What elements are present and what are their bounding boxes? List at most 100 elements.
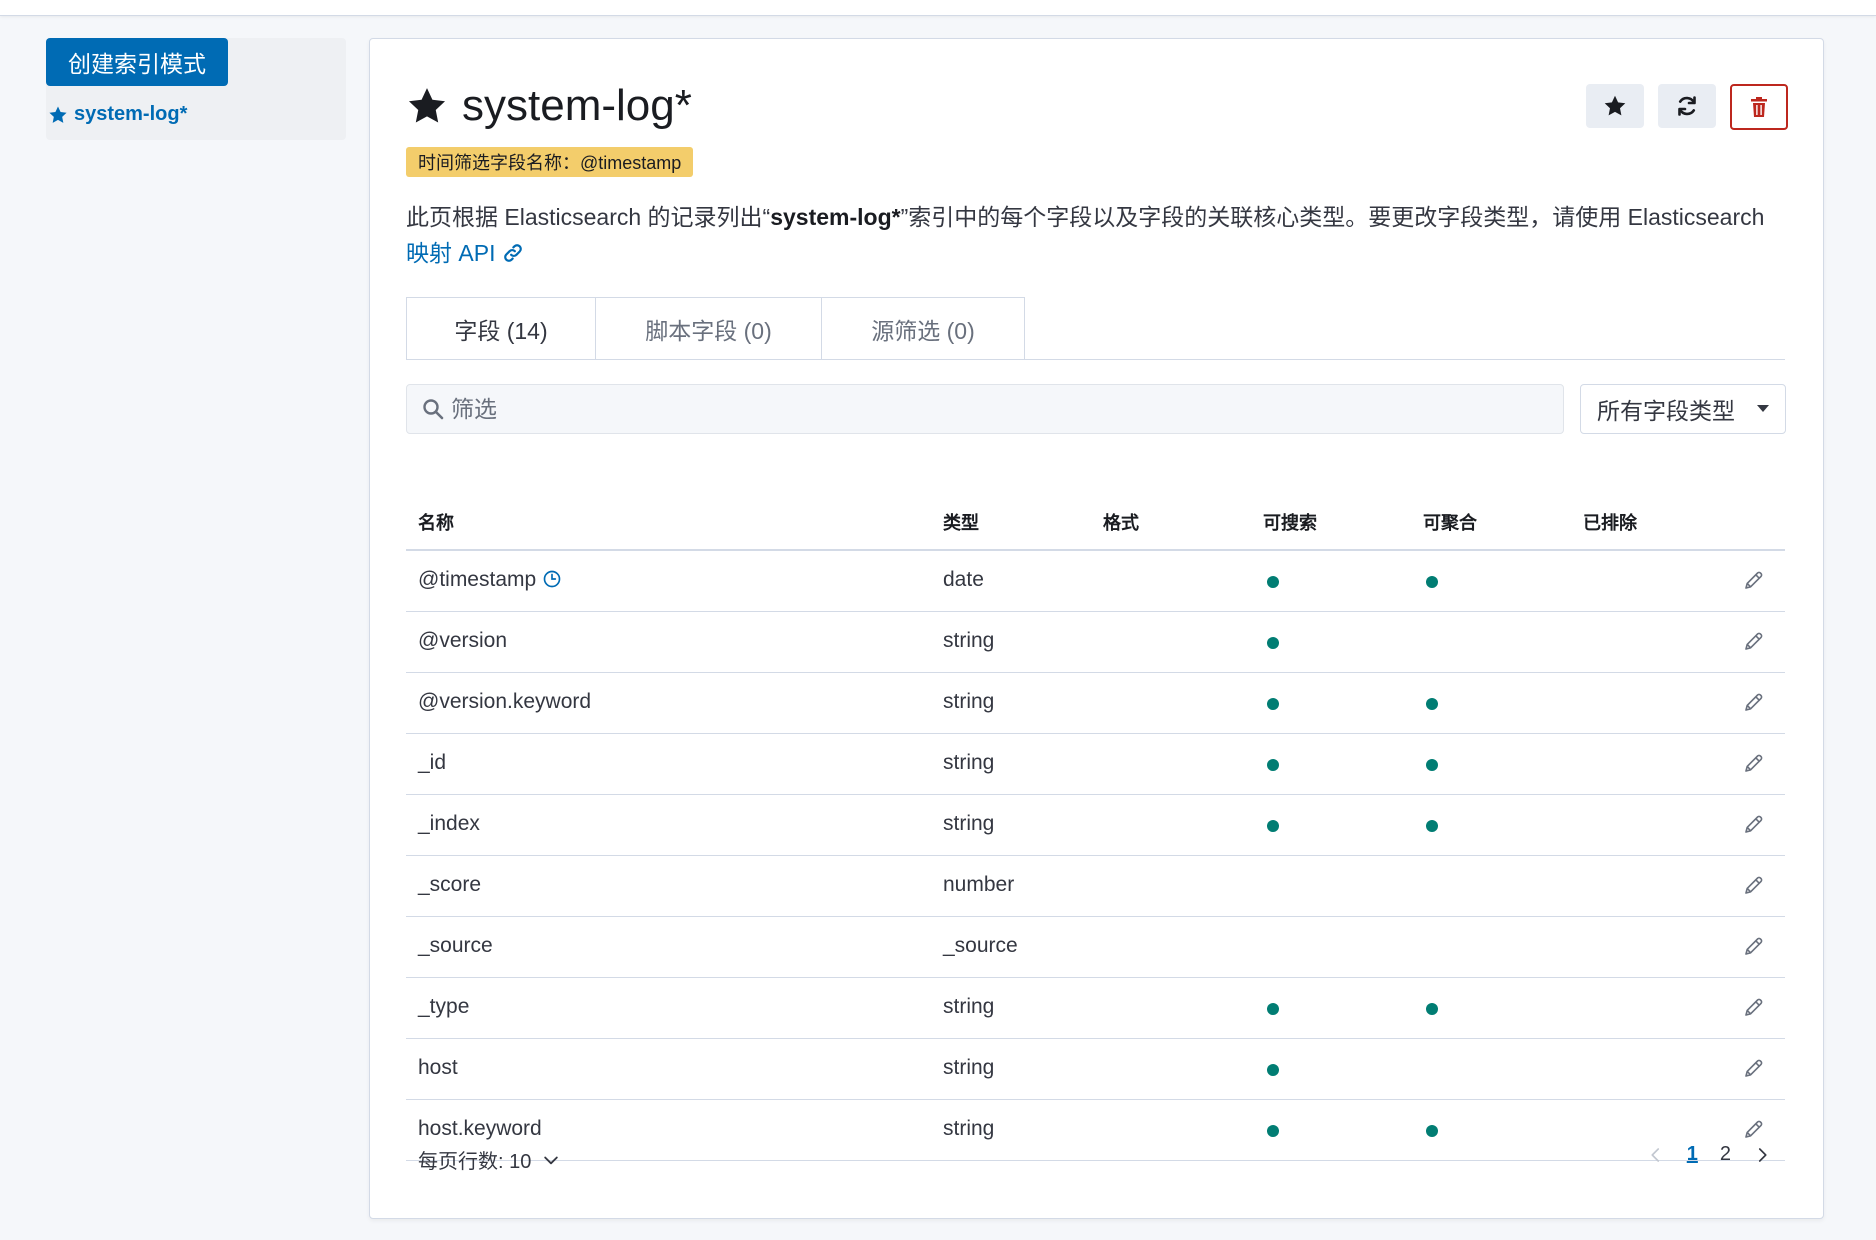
field-name: host xyxy=(418,1056,458,1080)
rows-per-page-button[interactable]: 每页行数: 10 xyxy=(418,1145,561,1174)
field-name-text: _id xyxy=(418,751,447,774)
searchable-dot-icon xyxy=(1267,759,1279,771)
caret-down-icon xyxy=(1757,405,1769,412)
pencil-icon[interactable] xyxy=(1742,1056,1766,1080)
tab-scripted-fields[interactable]: 脚本字段 (0) xyxy=(595,297,822,359)
aggregatable-dot-icon xyxy=(1426,698,1438,710)
create-index-pattern-button[interactable]: 创建索引模式 xyxy=(46,38,228,86)
pencil-icon[interactable] xyxy=(1742,629,1766,653)
page-title-text: system-log* xyxy=(462,81,692,130)
mapping-api-link-label: 映射 API xyxy=(406,240,496,266)
searchable-dot-icon xyxy=(1267,698,1279,710)
mapping-api-link[interactable]: 映射 API xyxy=(406,240,524,266)
set-default-button[interactable] xyxy=(1586,84,1644,128)
header-searchable[interactable]: 可搜索 xyxy=(1263,509,1317,535)
page-1-button[interactable]: 1 xyxy=(1687,1143,1698,1166)
field-type: string xyxy=(943,1117,995,1140)
page-title: system-log* xyxy=(406,81,692,131)
page-description: 此页根据 Elasticsearch 的记录列出“system-log*”索引中… xyxy=(406,199,1786,271)
field-name-text: _type xyxy=(418,995,470,1018)
pencil-icon[interactable] xyxy=(1742,995,1766,1019)
pencil-icon[interactable] xyxy=(1742,873,1766,897)
chevron-right-icon[interactable] xyxy=(1753,1146,1771,1164)
refresh-fields-button[interactable] xyxy=(1658,84,1716,128)
field-name: _type xyxy=(418,995,469,1019)
searchable-dot-icon xyxy=(1267,1003,1279,1015)
tab-source-filters[interactable]: 源筛选 (0) xyxy=(821,297,1025,359)
sidebar-item-label: system-log* xyxy=(74,103,188,125)
pagination: 1 2 xyxy=(1647,1143,1771,1166)
header-format[interactable]: 格式 xyxy=(1103,509,1139,535)
field-type: string xyxy=(943,995,995,1018)
pencil-icon[interactable] xyxy=(1742,934,1766,958)
table-row: _index string xyxy=(406,795,1785,856)
searchable-dot-icon xyxy=(1267,1064,1279,1076)
tab-fields[interactable]: 字段 (14) xyxy=(406,297,596,359)
sidebar-item-system-log[interactable]: system-log* xyxy=(48,103,187,126)
header-excluded[interactable]: 已排除 xyxy=(1583,509,1637,535)
pencil-icon[interactable] xyxy=(1742,812,1766,836)
aggregatable-dot-icon xyxy=(1426,820,1438,832)
sidebar: 创建索引模式 system-log* xyxy=(46,38,346,140)
field-name: _id xyxy=(418,751,446,775)
field-type: string xyxy=(943,690,995,713)
pencil-icon[interactable] xyxy=(1742,751,1766,775)
filter-input[interactable] xyxy=(449,394,1553,424)
clock-icon xyxy=(542,569,562,589)
link-icon xyxy=(504,244,522,262)
trash-icon xyxy=(1751,97,1767,117)
searchable-dot-icon xyxy=(1267,637,1279,649)
pencil-icon[interactable] xyxy=(1742,568,1766,592)
index-pattern-panel: system-log* 时间筛选字段名称：@timestamp 此页根据 Ela… xyxy=(369,38,1824,1219)
field-type-select-value: 所有字段类型 xyxy=(1597,398,1735,424)
header-aggregatable[interactable]: 可聚合 xyxy=(1423,509,1477,535)
filter-box xyxy=(406,384,1564,434)
description-index-name: system-log* xyxy=(770,204,901,230)
field-name-text: @timestamp xyxy=(418,568,537,591)
tabs: 字段 (14) 脚本字段 (0) 源筛选 (0) xyxy=(406,297,1785,360)
pencil-icon[interactable] xyxy=(1742,690,1766,714)
table-row: host string xyxy=(406,1039,1785,1100)
description-text-1: 此页根据 Elasticsearch 的记录列出“ xyxy=(406,204,771,230)
aggregatable-dot-icon xyxy=(1426,1003,1438,1015)
field-name-text: _source xyxy=(418,934,493,957)
field-type: string xyxy=(943,1056,995,1079)
field-name: _score xyxy=(418,873,481,897)
header-type[interactable]: 类型 xyxy=(943,509,979,535)
header-name[interactable]: 名称 xyxy=(418,509,454,535)
pencil-icon[interactable] xyxy=(1742,1117,1766,1141)
table-row: _type string xyxy=(406,978,1785,1039)
top-bar xyxy=(0,0,1876,16)
field-name: @timestamp xyxy=(418,568,562,592)
field-type: number xyxy=(943,873,1015,896)
field-name: @version xyxy=(418,629,507,653)
table-row: @version string xyxy=(406,612,1785,673)
delete-index-pattern-button[interactable] xyxy=(1730,84,1788,130)
aggregatable-dot-icon xyxy=(1426,1125,1438,1137)
table-row: _source _source xyxy=(406,917,1785,978)
search-icon xyxy=(423,399,444,420)
field-name-text: _index xyxy=(418,812,480,835)
table-row: _id string xyxy=(406,734,1785,795)
page-2-button[interactable]: 2 xyxy=(1720,1143,1731,1166)
aggregatable-dot-icon xyxy=(1426,759,1438,771)
field-type: string xyxy=(943,629,995,652)
field-name-text: @version xyxy=(418,629,508,652)
chevron-down-icon xyxy=(544,1156,559,1164)
field-name: _source xyxy=(418,934,493,958)
table-body: @timestamp date @version string @version.key… xyxy=(406,551,1785,1161)
searchable-dot-icon xyxy=(1267,820,1279,832)
aggregatable-dot-icon xyxy=(1426,576,1438,588)
searchable-dot-icon xyxy=(1267,576,1279,588)
field-name-text: @version.keyword xyxy=(418,690,592,713)
star-icon xyxy=(49,106,67,123)
field-type-select[interactable]: 所有字段类型 xyxy=(1580,384,1786,434)
star-icon xyxy=(1604,95,1626,116)
field-type: _source xyxy=(943,934,1018,957)
field-name-text: host.keyword xyxy=(418,1117,542,1140)
fields-table: 名称 类型 格式 可搜索 可聚合 已排除 @timestamp date @vers… xyxy=(406,497,1785,1161)
field-type: string xyxy=(943,751,995,774)
field-type: date xyxy=(943,568,984,591)
chevron-left-icon[interactable] xyxy=(1647,1146,1665,1164)
table-row: @version.keyword string xyxy=(406,673,1785,734)
